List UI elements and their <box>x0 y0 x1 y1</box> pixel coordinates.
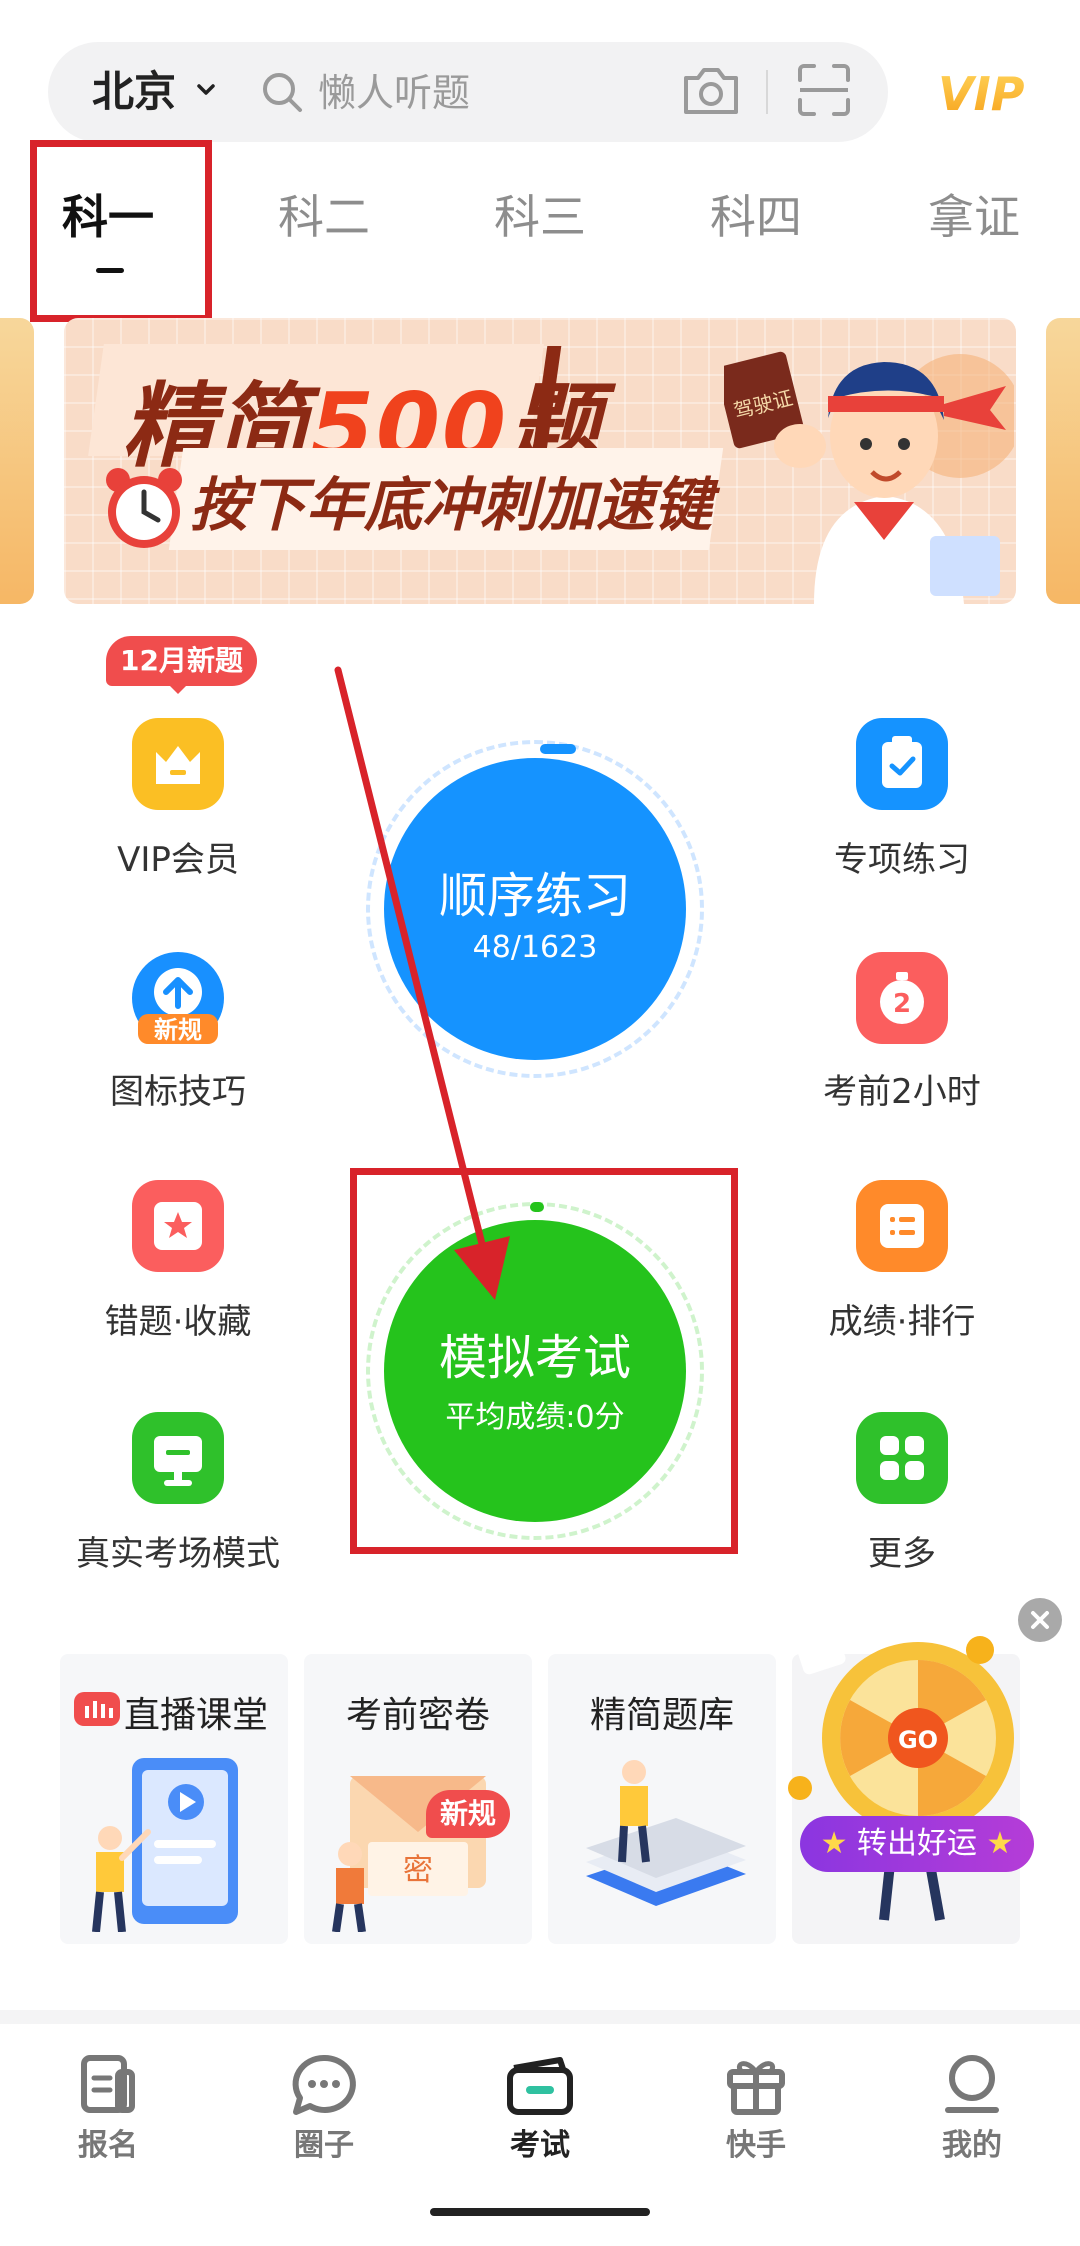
more-label: 更多 <box>868 1534 936 1574</box>
close-ad-button[interactable] <box>1018 1598 1062 1642</box>
nav-exam-label: 考试 <box>510 2128 570 2163</box>
live-class-illustration <box>92 1758 238 1932</box>
nav-circle-label: 圈子 <box>294 2128 354 2163</box>
monitor-icon <box>154 1436 202 1486</box>
vip-member-label: VIP会员 <box>117 840 239 880</box>
scan-icon[interactable] <box>796 62 852 118</box>
new-rule-small-badge: 新规 <box>154 1016 202 1044</box>
camera-icon[interactable] <box>680 62 742 120</box>
nav-kuaishou-label: 快手 <box>726 2128 786 2163</box>
nav-kuaishou[interactable] <box>686 2054 826 2120</box>
nav-separator <box>0 2010 1080 2024</box>
more-button[interactable] <box>856 1412 948 1504</box>
nav-register-label: 报名 <box>78 2128 138 2163</box>
two-hours-before-button[interactable]: 2 <box>856 952 948 1044</box>
tab-ke2[interactable]: 科二 <box>278 186 370 248</box>
svg-text:2: 2 <box>893 989 911 1019</box>
wrong-questions-button[interactable] <box>132 1180 224 1272</box>
nav-exam[interactable] <box>470 2054 610 2120</box>
clipboard-check-icon <box>882 736 922 788</box>
new-rule-badge: 新规 <box>426 1790 511 1838</box>
pre-exam-paper-illustration: 密 <box>332 1776 486 1932</box>
list-icon <box>880 1204 924 1248</box>
grid-four-icon <box>880 1436 924 1480</box>
close-icon <box>1031 1611 1049 1629</box>
banner-subtitle: 按下年底冲刺加速键 <box>190 471 713 539</box>
pre-exam-paper-title: 考前密卷 <box>345 1695 490 1736</box>
sign-tips-label: 图标技巧 <box>110 1072 246 1112</box>
svg-text:GO: GO <box>898 1726 938 1754</box>
banner-next-peek[interactable] <box>1046 318 1080 604</box>
chevron-down-icon[interactable] <box>196 80 216 100</box>
two-hours-before-label: 考前2小时 <box>823 1072 981 1112</box>
real-exam-mode-label: 真实考场模式 <box>76 1534 280 1574</box>
nav-mine-label: 我的 <box>942 2128 1002 2163</box>
live-class-title: 直播课堂 <box>124 1695 269 1736</box>
vip-logo[interactable]: VIP <box>934 64 1042 122</box>
annotation-arrow <box>334 666 510 1300</box>
special-practice-label: 专项练习 <box>834 840 970 880</box>
practice-progress-dot <box>540 744 576 754</box>
banner-prev-peek[interactable] <box>0 318 34 604</box>
search-icon <box>263 73 302 112</box>
new-questions-badge: 12月新题 <box>106 636 257 686</box>
search-divider <box>766 70 768 114</box>
profile-icon <box>945 2055 999 2113</box>
wallet-card-icon <box>507 2057 573 2115</box>
special-practice-button[interactable] <box>856 718 948 810</box>
svg-text:密: 密 <box>403 1853 433 1888</box>
home-indicator <box>430 2208 650 2216</box>
real-exam-mode-button[interactable] <box>132 1412 224 1504</box>
lucky-spin-button[interactable]: ★ 转出好运 ★ <box>800 1816 1034 1872</box>
stopwatch-icon: 2 <box>880 972 924 1024</box>
live-bars-icon <box>74 1692 120 1726</box>
score-ranking-label: 成绩·排行 <box>828 1302 976 1342</box>
badge-pointer <box>168 684 188 694</box>
annotation-highlight-tab <box>30 140 212 322</box>
search-input[interactable]: 懒人听题 <box>318 64 470 122</box>
crown-icon <box>156 746 200 784</box>
tab-ke4[interactable]: 科四 <box>710 186 802 248</box>
alarm-clock-icon <box>106 468 182 548</box>
gift-icon <box>727 2061 785 2115</box>
tab-nazheng[interactable]: 拿证 <box>928 186 1020 248</box>
document-icon <box>81 2055 135 2113</box>
svg-text:VIP: VIP <box>938 67 1025 121</box>
city-selector[interactable]: 北京 <box>92 62 176 122</box>
question-bank-title: 精简题库 <box>589 1695 734 1736</box>
chat-bubble-icon <box>292 2054 356 2115</box>
nav-circle[interactable] <box>254 2054 394 2120</box>
wrong-questions-label: 错题·收藏 <box>104 1302 252 1342</box>
question-bank-illustration <box>586 1760 746 1906</box>
banner-person-illustration: 驾驶证 <box>724 351 1014 604</box>
lucky-wheel-illustration: GO <box>788 1625 1014 1921</box>
nav-mine[interactable] <box>902 2054 1042 2120</box>
nav-register[interactable] <box>38 2054 178 2120</box>
tab-ke3[interactable]: 科三 <box>494 186 586 248</box>
vip-member-button[interactable] <box>132 718 224 810</box>
score-ranking-button[interactable] <box>856 1180 948 1272</box>
star-icon <box>154 1202 202 1250</box>
